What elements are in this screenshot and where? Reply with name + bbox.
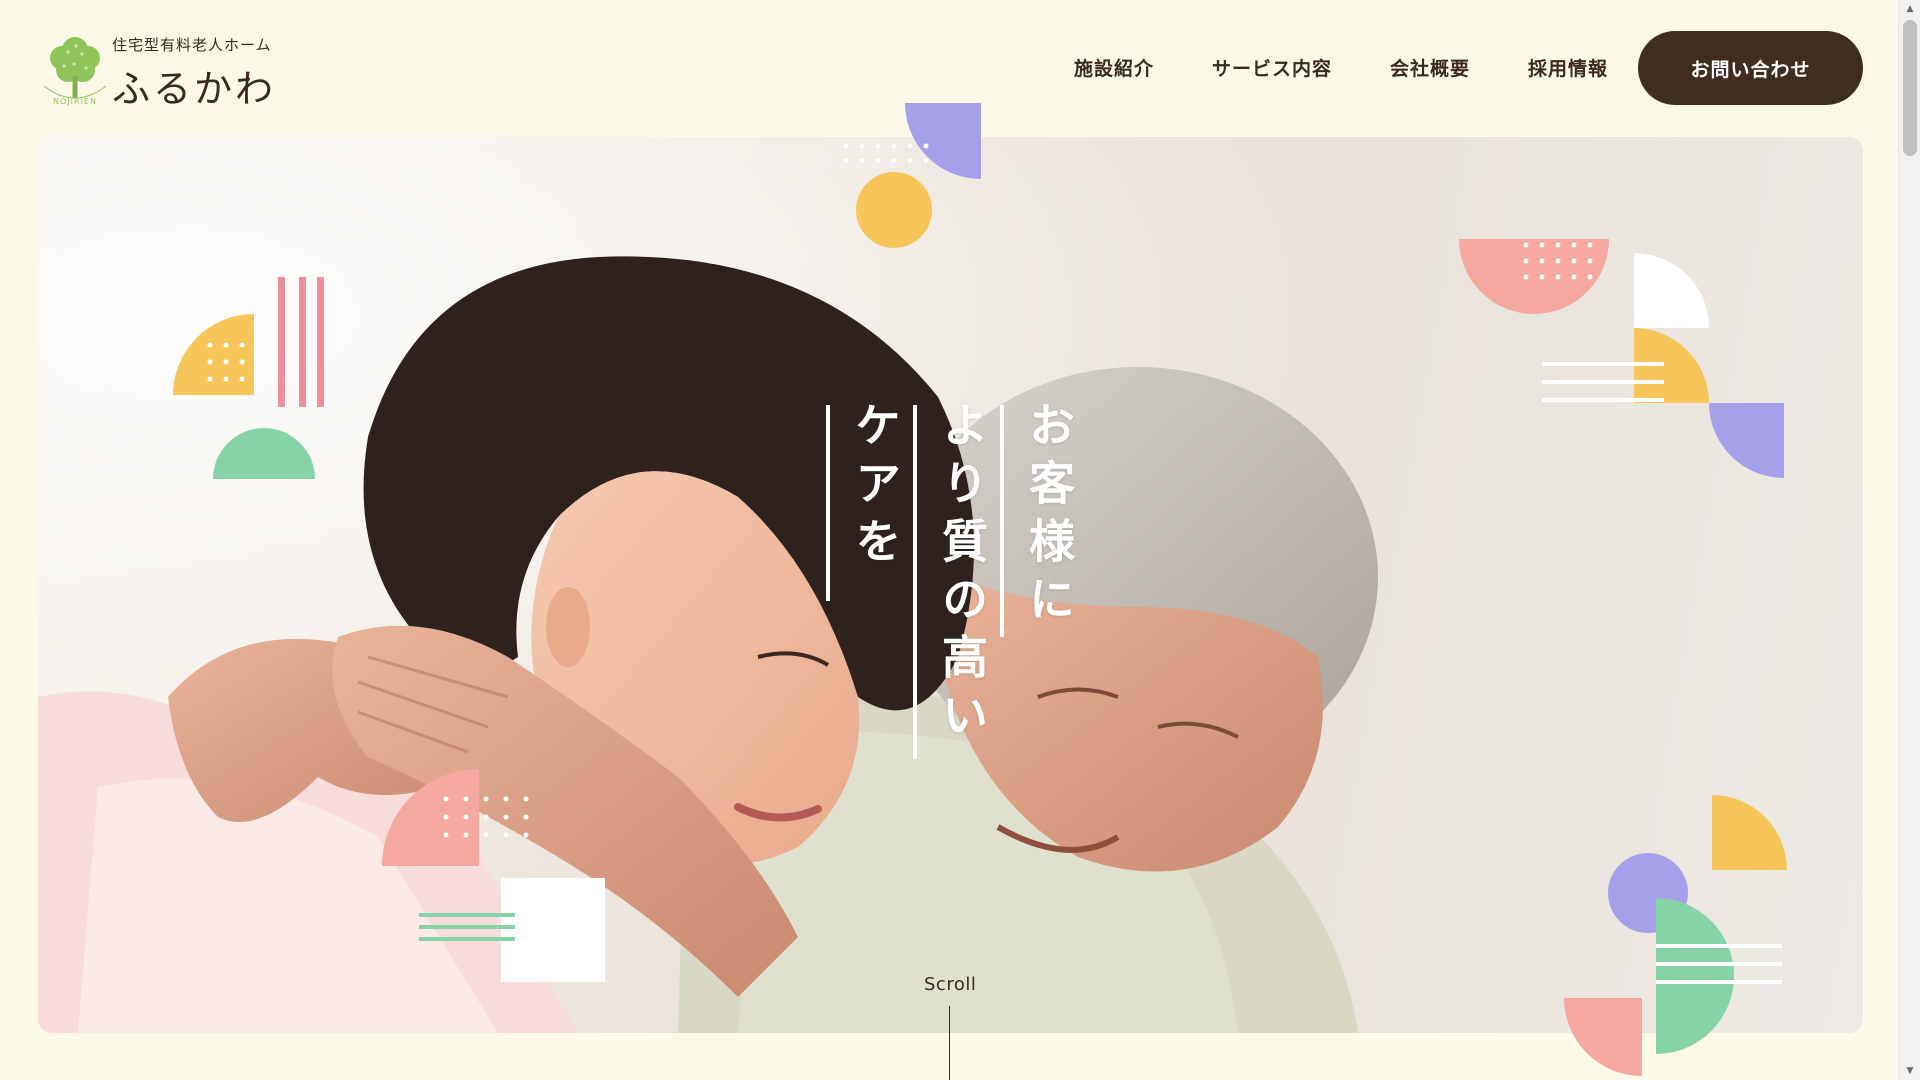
headline-line-2: より質の高い	[935, 401, 989, 749]
logo-subtitle: 住宅型有料老人ホーム	[112, 36, 272, 54]
scroll-indicator-line	[949, 1006, 950, 1080]
nav-item-facility[interactable]: 施設紹介	[1074, 54, 1154, 81]
hero-section: お客様に より質の高い ケアを	[38, 137, 1863, 1033]
headline-rule-3	[826, 405, 830, 601]
logo-name: ふるかわ	[112, 67, 277, 111]
page-scrollbar[interactable]: ▲ ▼	[1898, 0, 1920, 1080]
scroll-indicator-label[interactable]: Scroll	[924, 974, 976, 995]
site-logo[interactable]: NOJIRIEN 住宅型有料老人ホーム ふるかわ	[38, 28, 298, 111]
nav-item-company[interactable]: 会社概要	[1390, 54, 1470, 81]
tree-icon: NOJIRIEN	[43, 37, 107, 106]
headline-line-1: お客様に	[1022, 401, 1076, 633]
scrollbar-thumb[interactable]	[1903, 20, 1917, 156]
main-nav: 施設紹介 サービス内容 会社概要 採用情報	[1074, 54, 1608, 81]
logo-emblem-text: NOJIRIEN	[53, 97, 97, 106]
contact-button[interactable]: お問い合わせ	[1638, 31, 1863, 105]
headline-line-3: ケアを	[848, 401, 902, 575]
hero-headline: お客様に より質の高い ケアを	[38, 137, 1863, 1033]
scroll-down-icon[interactable]: ▼	[1899, 1062, 1920, 1080]
site-header: NOJIRIEN 住宅型有料老人ホーム ふるかわ 施設紹介 サービス内容 会社概…	[0, 0, 1898, 137]
nav-item-services[interactable]: サービス内容	[1212, 54, 1332, 81]
scroll-up-icon[interactable]: ▲	[1899, 0, 1920, 18]
nav-item-recruit[interactable]: 採用情報	[1528, 54, 1608, 81]
